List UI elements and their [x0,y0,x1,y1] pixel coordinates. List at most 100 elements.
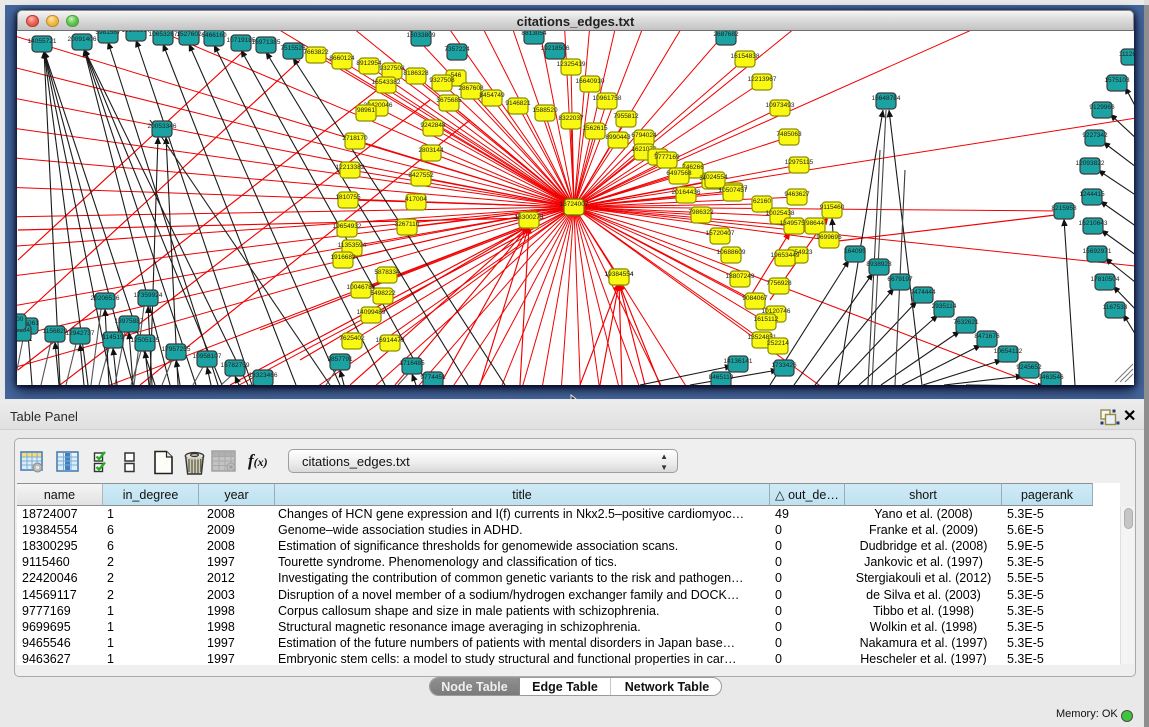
svg-text:12942737: 12942737 [66,330,95,337]
svg-text:12325419: 12325419 [557,61,586,68]
svg-text:2867608: 2867608 [458,85,484,92]
svg-text:12093822: 12093822 [1076,160,1105,167]
svg-text:14055721: 14055721 [28,38,57,45]
svg-text:9327508: 9327508 [429,77,455,84]
svg-text:8322037: 8322037 [558,115,584,122]
svg-text:1810755: 1810755 [335,194,361,201]
svg-text:8938923: 8938923 [866,261,892,268]
svg-text:15720407: 15720407 [706,230,735,237]
svg-text:7756928: 7756928 [766,280,792,287]
svg-text:16914479: 16914479 [376,337,405,344]
svg-text:114519: 114519 [102,334,124,341]
svg-text:1024554: 1024554 [702,174,728,181]
svg-text:16033809: 16033809 [407,32,436,39]
svg-text:417004: 417004 [405,196,427,203]
svg-text:20091406: 20091406 [68,36,97,43]
svg-text:10973493: 10973493 [766,102,795,109]
svg-text:8215958: 8215958 [1051,205,1077,212]
svg-text:9115460: 9115460 [820,204,845,211]
svg-text:7632621: 7632621 [953,319,979,326]
svg-text:14136141: 14136141 [724,358,753,365]
svg-text:10507457: 10507457 [719,187,748,194]
svg-text:1588520: 1588520 [532,107,558,114]
svg-text:1527602: 1527602 [176,31,202,38]
svg-text:13975887: 13975887 [115,318,144,325]
svg-text:16640910: 16640910 [576,78,605,85]
svg-text:16971385: 16971385 [252,39,281,46]
svg-text:8990443: 8990443 [605,134,631,141]
svg-text:5878334: 5878334 [374,269,400,276]
svg-text:1615112: 1615112 [754,316,779,323]
svg-text:3267110: 3267110 [395,221,420,228]
svg-text:13323466: 13323466 [249,372,278,379]
svg-text:12213967: 12213967 [748,76,777,83]
svg-text:12213382: 12213382 [336,164,365,171]
svg-text:19218506: 19218506 [541,45,570,52]
svg-text:7515526: 7515526 [280,45,306,52]
svg-text:252214: 252214 [767,340,789,347]
svg-text:10961758: 10961758 [593,95,622,102]
svg-text:164095: 164095 [844,248,866,255]
svg-text:8912954: 8912954 [356,60,382,67]
svg-text:20053346: 20053346 [148,123,177,130]
svg-text:8471676: 8471676 [974,333,1000,340]
svg-text:2803144: 2803144 [418,147,444,154]
svg-text:9227342: 9227342 [1082,132,1108,139]
svg-text:9327508: 9327508 [379,65,405,72]
svg-text:9084067: 9084067 [742,295,768,302]
svg-text:16543382: 16543382 [372,79,401,86]
svg-text:8465119: 8465119 [709,374,734,381]
svg-text:1112843: 1112843 [1119,51,1134,58]
svg-text:9463627: 9463627 [784,191,810,198]
svg-text:20206536: 20206536 [91,295,120,302]
svg-text:9777169: 9777169 [654,154,680,161]
svg-text:1733426: 1733426 [771,362,797,369]
svg-text:16210643: 16210643 [1079,220,1108,227]
svg-text:1716485: 1716485 [399,360,425,367]
svg-text:16154838: 16154838 [731,53,760,60]
svg-text:15692971: 15692971 [1083,248,1112,255]
svg-text:7986322: 7986322 [688,209,714,216]
svg-text:98644: 98644 [806,220,824,227]
svg-text:19653449: 19653449 [771,252,800,259]
svg-text:20164436: 20164436 [672,189,701,196]
svg-text:1562615: 1562615 [582,125,608,132]
svg-text:14099489: 14099489 [357,309,386,316]
svg-text:8427552: 8427552 [408,172,434,179]
svg-text:7625402: 7625402 [339,335,365,342]
svg-text:9242848: 9242848 [420,122,446,129]
svg-text:2935114: 2935114 [932,303,957,310]
svg-text:6497568: 6497568 [666,170,692,177]
svg-text:18807249: 18807249 [726,273,755,280]
svg-text:1916682: 1916682 [330,254,356,261]
svg-text:98961: 98961 [357,107,375,114]
svg-text:1167533: 1167533 [1103,304,1128,311]
svg-text:17359924: 17359924 [134,292,163,299]
svg-text:8454749: 8454749 [479,92,505,99]
svg-text:5981567: 5981567 [95,31,121,36]
svg-text:7955812: 7955812 [613,113,639,120]
svg-text:2687682: 2687682 [713,31,739,38]
svg-text:1156829: 1156829 [43,328,68,335]
svg-text:9857791: 9857791 [327,356,353,363]
svg-text:9463546: 9463546 [1038,374,1064,381]
svg-text:6794024: 6794024 [631,132,657,139]
svg-text:12975115: 12975115 [785,159,814,166]
svg-text:7485063: 7485063 [776,131,802,138]
svg-text:10688609: 10688609 [717,249,746,256]
svg-text:9774451: 9774451 [420,374,446,381]
svg-text:2718170: 2718170 [342,135,368,142]
svg-text:11353594: 11353594 [338,242,367,249]
svg-text:10653267: 10653267 [149,31,178,38]
svg-text:6466160: 6466160 [201,32,227,39]
svg-text:1244415: 1244415 [1079,191,1105,198]
svg-text:18724007: 18724007 [560,201,589,208]
svg-text:10958107: 10958107 [193,353,222,360]
svg-text:12505135: 12505135 [131,337,160,344]
svg-text:8813054: 8813054 [521,31,547,37]
svg-text:7663822: 7663822 [303,49,329,56]
svg-text:9474444: 9474444 [910,289,936,296]
svg-text:19654932: 19654932 [333,223,362,230]
svg-text:1575103: 1575103 [1104,77,1130,84]
svg-text:5498222: 5498222 [370,290,396,297]
